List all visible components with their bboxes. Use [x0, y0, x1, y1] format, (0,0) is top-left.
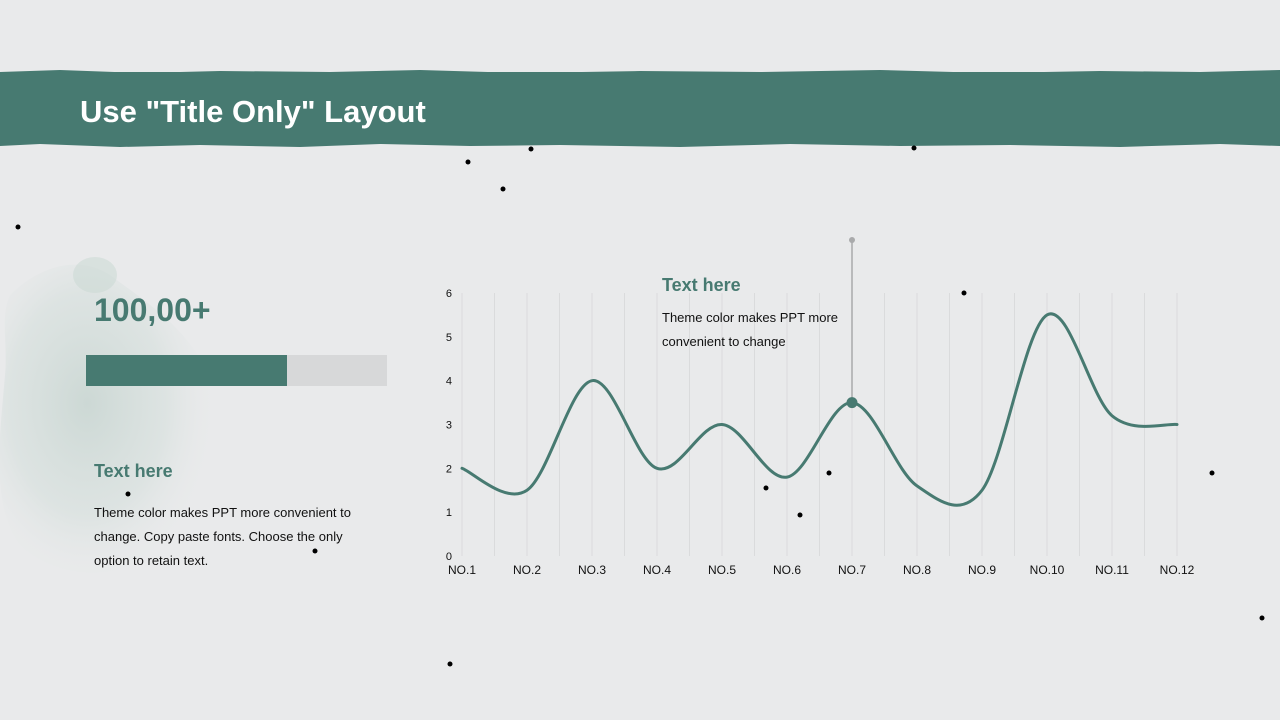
decorative-dot [447, 661, 453, 667]
decorative-dots [15, 145, 1265, 667]
decorative-dot [826, 470, 832, 476]
decorative-dot [312, 548, 318, 554]
decorative-dot [961, 290, 967, 296]
decorative-dot [763, 485, 769, 491]
decorative-dot [465, 159, 471, 165]
decorative-dot [528, 146, 534, 152]
decorative-dot [125, 491, 131, 497]
decorative-dot [1209, 470, 1215, 476]
decorative-dot [797, 512, 803, 518]
decorative-dot [1259, 615, 1265, 621]
decorative-dot [911, 145, 917, 151]
decorative-dot [15, 224, 21, 230]
decorative-dot [500, 186, 506, 192]
